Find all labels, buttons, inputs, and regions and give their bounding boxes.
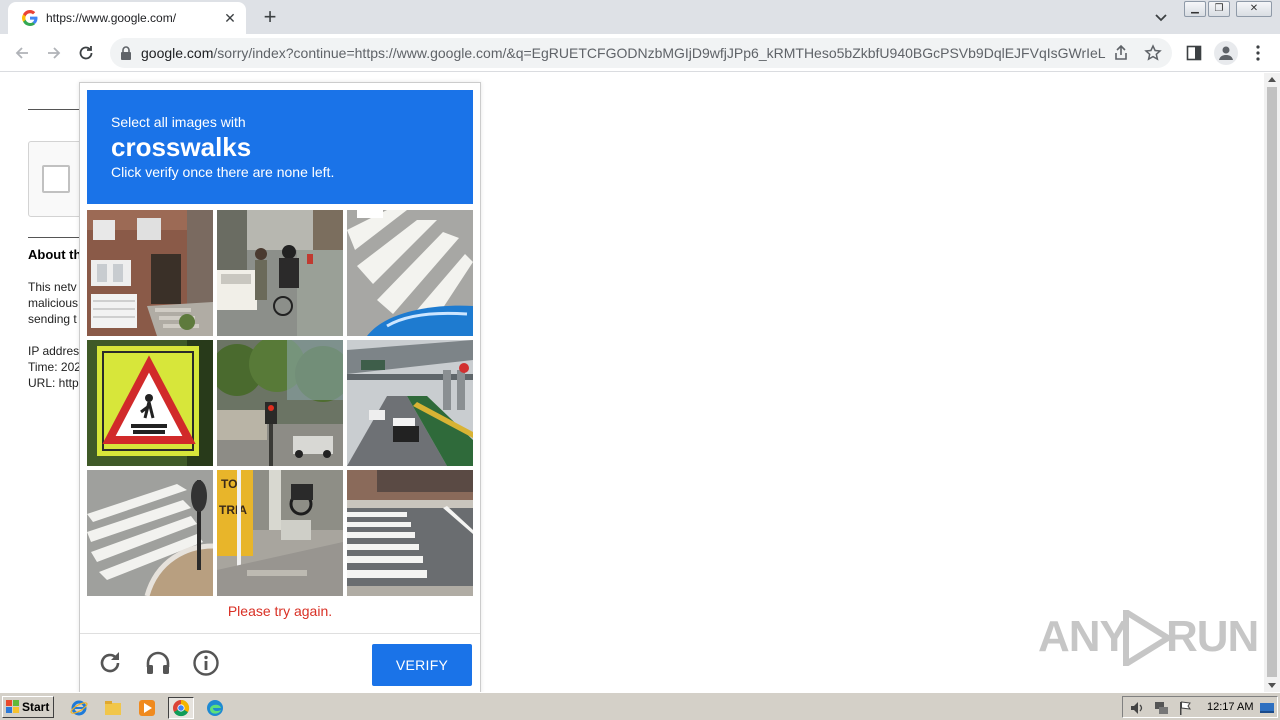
lock-icon[interactable] bbox=[120, 46, 132, 60]
time-line: Time: 202 bbox=[28, 360, 81, 374]
body-text-line: sending t bbox=[28, 312, 77, 326]
internet-explorer-icon bbox=[70, 700, 88, 716]
minimize-window-button[interactable]: ▁ bbox=[1184, 1, 1206, 17]
volume-icon[interactable] bbox=[1129, 700, 1145, 716]
divider bbox=[28, 109, 80, 110]
audio-challenge-button[interactable] bbox=[143, 648, 173, 678]
help-button[interactable] bbox=[191, 648, 221, 678]
reload-icon bbox=[79, 46, 93, 60]
action-center-flag-icon[interactable] bbox=[1177, 700, 1193, 716]
svg-text:TRIA: TRIA bbox=[219, 503, 247, 517]
browser-tab[interactable]: https://www.google.com/ ✕ bbox=[8, 2, 246, 34]
refresh-icon bbox=[100, 652, 120, 673]
start-button[interactable]: Start bbox=[2, 696, 54, 718]
verify-button[interactable]: VERIFY bbox=[372, 644, 472, 686]
system-tray: 12:17 AM bbox=[1122, 696, 1278, 718]
new-tab-button[interactable]: + bbox=[258, 6, 282, 29]
address-bar[interactable]: google.com/sorry/index?continue=https://… bbox=[110, 38, 1172, 68]
start-label: Start bbox=[22, 700, 50, 714]
share-icon[interactable] bbox=[1112, 44, 1130, 62]
watermark-text-left: ANY bbox=[1038, 612, 1129, 661]
url-path: /sorry/index?continue=https://www.google… bbox=[213, 45, 1106, 61]
challenge-image-grid: TO TRIA bbox=[87, 210, 477, 600]
close-tab-icon[interactable]: ✕ bbox=[222, 10, 238, 26]
recaptcha-challenge-dialog: Select all images with crosswalks Click … bbox=[79, 82, 481, 694]
captcha-tile-highway[interactable] bbox=[347, 340, 473, 466]
info-icon bbox=[193, 650, 219, 676]
edge-icon bbox=[207, 700, 223, 716]
captcha-tile-motorcycle[interactable]: TO TRIA bbox=[217, 470, 343, 596]
challenge-keyword: crosswalks bbox=[111, 132, 252, 162]
windows-flag-icon bbox=[6, 700, 19, 713]
show-desktop-icon[interactable] bbox=[1259, 700, 1275, 716]
recaptcha-checkbox[interactable] bbox=[42, 165, 70, 193]
challenge-footer: VERIFY bbox=[80, 633, 480, 694]
bookmark-star-icon[interactable] bbox=[1144, 44, 1162, 62]
scroll-up-icon[interactable] bbox=[1268, 77, 1276, 82]
play-logo-icon bbox=[1123, 610, 1172, 666]
more-vertical-icon bbox=[1256, 45, 1260, 61]
media-player-icon bbox=[139, 700, 155, 716]
restore-window-button[interactable]: ❐ bbox=[1208, 1, 1230, 17]
back-button[interactable] bbox=[10, 41, 34, 65]
windows-taskbar: Start 12:17 AM bbox=[0, 692, 1280, 720]
captcha-tile-crosswalk-roundabout[interactable] bbox=[87, 470, 213, 596]
challenge-header: Select all images with crosswalks Click … bbox=[87, 90, 473, 204]
page-scrollbar[interactable] bbox=[1264, 73, 1280, 692]
retry-error-message: Please try again. bbox=[227, 603, 333, 619]
body-text-line: This netv bbox=[28, 280, 77, 294]
captcha-tile-crosswalk-street[interactable] bbox=[347, 470, 473, 596]
taskbar-file-explorer[interactable] bbox=[102, 697, 124, 719]
captcha-tile-street-cyclist[interactable] bbox=[217, 210, 343, 336]
anyrun-watermark: ANY RUN bbox=[1038, 606, 1259, 670]
network-icon[interactable] bbox=[1153, 700, 1169, 716]
watermark-text-right: RUN bbox=[1166, 612, 1259, 661]
taskbar-chrome[interactable] bbox=[168, 697, 194, 719]
profile-button[interactable] bbox=[1214, 41, 1238, 65]
captcha-tile-crosswalk-car[interactable] bbox=[347, 210, 473, 336]
url-host: google.com bbox=[141, 45, 214, 61]
challenge-sub-instruction: Click verify once there are none left. bbox=[111, 164, 335, 180]
google-favicon-icon bbox=[22, 10, 38, 26]
arrow-left-icon bbox=[15, 47, 28, 59]
profile-avatar-icon bbox=[1219, 46, 1233, 60]
folder-icon bbox=[105, 701, 121, 715]
forward-button[interactable] bbox=[42, 41, 66, 65]
about-heading: About th bbox=[28, 247, 82, 262]
captcha-tile-traffic-light[interactable] bbox=[217, 340, 343, 466]
scroll-down-icon[interactable] bbox=[1268, 683, 1276, 688]
close-window-button[interactable]: ✕ bbox=[1236, 1, 1272, 17]
chevron-down-icon[interactable] bbox=[1152, 8, 1170, 26]
url-text[interactable]: google.com/sorry/index?continue=https://… bbox=[141, 45, 1106, 61]
body-text-line: malicious bbox=[28, 296, 79, 310]
side-panel-button[interactable] bbox=[1184, 43, 1204, 63]
side-panel-icon bbox=[1186, 45, 1202, 61]
arrow-right-icon bbox=[48, 47, 61, 59]
challenge-instruction: Select all images with bbox=[111, 114, 246, 130]
browser-toolbar: google.com/sorry/index?continue=https://… bbox=[0, 34, 1280, 72]
browser-menu-button[interactable] bbox=[1248, 43, 1268, 63]
reload-challenge-button[interactable] bbox=[95, 648, 125, 678]
ip-address-line: IP addres bbox=[28, 344, 80, 358]
url-line: URL: http bbox=[28, 376, 79, 390]
reload-button[interactable] bbox=[74, 41, 98, 65]
tab-title: https://www.google.com/ bbox=[46, 11, 177, 25]
chrome-icon bbox=[173, 699, 190, 717]
system-clock[interactable]: 12:17 AM bbox=[1207, 701, 1253, 713]
scrollbar-thumb[interactable] bbox=[1267, 87, 1277, 677]
divider bbox=[28, 237, 80, 238]
headphones-icon bbox=[146, 651, 170, 674]
captcha-tile-brick-house[interactable] bbox=[87, 210, 213, 336]
taskbar-media-player[interactable] bbox=[136, 697, 158, 719]
browser-tab-strip: https://www.google.com/ ✕ + ▁ ❐ ✕ bbox=[0, 0, 1280, 34]
taskbar-edge[interactable] bbox=[204, 697, 226, 719]
svg-text:TO: TO bbox=[221, 477, 237, 491]
taskbar-internet-explorer[interactable] bbox=[68, 697, 90, 719]
captcha-tile-pedestrian-sign[interactable] bbox=[87, 340, 213, 466]
